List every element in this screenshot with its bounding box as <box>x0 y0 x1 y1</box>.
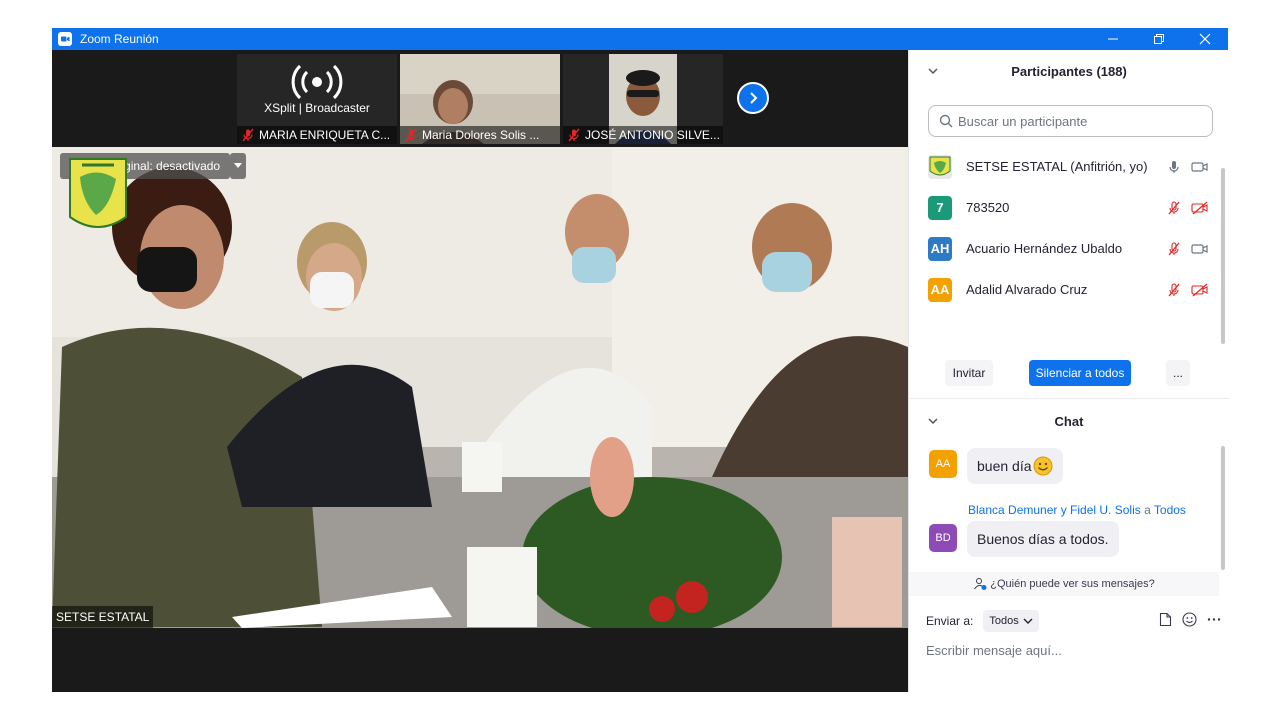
active-speaker-name: SETSE ESTATAL <box>52 606 154 628</box>
collapse-chevron-icon[interactable] <box>927 415 939 427</box>
who-can-see-label: ¿Quién puede ver sus mensajes? <box>990 578 1155 590</box>
next-page-button[interactable] <box>737 82 769 114</box>
chat-message: buen día <box>967 448 1063 484</box>
union-seal-logo <box>69 158 127 228</box>
mic-muted-icon[interactable] <box>1167 241 1181 256</box>
participant-actions: Invitar Silenciar a todos ... <box>909 360 1229 386</box>
title-bar: Zoom Reunión <box>52 28 1228 50</box>
close-button[interactable] <box>1182 28 1228 50</box>
video-off-icon[interactable] <box>1191 283 1209 297</box>
participant-search-input[interactable]: Buscar un participante <box>928 105 1213 137</box>
chevron-right-icon <box>750 92 758 104</box>
chat-message: Buenos días a todos. <box>967 521 1119 557</box>
search-placeholder: Buscar un participante <box>958 113 1088 129</box>
participant-name: SETSE ESTATAL (Anfitrión, yo) <box>966 159 1148 174</box>
recipient-name[interactable]: Todos <box>1154 503 1186 517</box>
chevron-down-icon <box>1023 618 1033 624</box>
more-options-button[interactable]: ... <box>1166 360 1190 386</box>
thumbnail-label: MARIA ENRIQUETA C... <box>237 126 397 144</box>
video-bottom-bar <box>52 628 908 692</box>
participant-name: Adalid Alvarado Cruz <box>966 282 1088 297</box>
participant-row[interactable]: SETSE ESTATAL (Anfitrión, yo) <box>909 146 1219 187</box>
recipient-dropdown[interactable]: Todos <box>983 610 1039 632</box>
chat-title: Chat <box>1054 413 1084 429</box>
mic-muted-icon <box>405 128 417 142</box>
sender-name[interactable]: Blanca Demuner y Fidel U. Solis <box>968 503 1141 517</box>
main-video[interactable]: Sonido original: desactivado SETSE ESTAT… <box>52 147 908 628</box>
mic-muted-icon <box>242 128 254 142</box>
video-thumbnail[interactable]: XSplit | Broadcaster MARIA ENRIQUETA C..… <box>237 54 397 144</box>
mic-muted-icon[interactable] <box>1167 200 1181 215</box>
section-divider <box>909 398 1229 399</box>
mute-all-button[interactable]: Silenciar a todos <box>1029 360 1131 386</box>
chat-sender: Blanca Demuner y Fidel U. Solis a Todos <box>968 503 1186 517</box>
participant-row[interactable]: AH Acuario Hernández Ubaldo <box>909 228 1219 269</box>
emoji-icon[interactable] <box>1182 612 1197 627</box>
mic-muted-icon <box>568 128 580 142</box>
chat-message-input[interactable]: Escribir mensaje aquí... <box>926 638 1216 662</box>
thumbnail-name: MARIA ENRIQUETA C... <box>259 128 391 142</box>
who-can-see-messages[interactable]: ¿Quién puede ver sus mensajes? <box>909 572 1219 596</box>
minimize-button[interactable] <box>1090 28 1136 50</box>
union-seal-logo <box>929 156 951 175</box>
chat-header: Chat <box>909 401 1229 441</box>
participant-list: SETSE ESTATAL (Anfitrión, yo) 7 783520 A… <box>909 146 1219 316</box>
send-to-label: Enviar a: <box>926 614 974 628</box>
thumbnail-name: Maria Dolores Solis ... <box>422 128 540 142</box>
avatar <box>928 154 952 179</box>
video-camera-icon[interactable] <box>1191 160 1209 174</box>
zoom-app-icon <box>58 32 72 46</box>
original-sound-dropdown[interactable] <box>230 153 246 179</box>
avatar: AA <box>929 450 957 478</box>
thumbnail-label: Maria Dolores Solis ... <box>400 126 560 144</box>
thumbnail-name: JOSÉ ANTONIO SILVE... <box>585 128 720 142</box>
avatar: 7 <box>928 195 952 220</box>
participant-row[interactable]: AA Adalid Alvarado Cruz <box>909 269 1219 310</box>
video-thumbnail[interactable]: Maria Dolores Solis ... <box>400 54 560 144</box>
participants-header: Participantes (188) <box>909 51 1229 91</box>
chevron-down-icon <box>234 163 242 168</box>
restore-button[interactable] <box>1136 28 1182 50</box>
chat-tools <box>1149 612 1221 627</box>
file-icon[interactable] <box>1159 612 1172 627</box>
chat-message-text: Buenos días a todos. <box>977 531 1109 547</box>
participant-row[interactable]: 7 783520 <box>909 187 1219 228</box>
participant-name: Acuario Hernández Ubaldo <box>966 241 1123 256</box>
video-thumbnail[interactable]: JOSÉ ANTONIO SILVE... <box>563 54 723 144</box>
invite-button[interactable]: Invitar <box>945 360 993 386</box>
mic-muted-icon[interactable] <box>1167 282 1181 297</box>
microphone-icon[interactable] <box>1167 160 1181 174</box>
avatar: AA <box>928 277 952 302</box>
video-off-icon[interactable] <box>1191 201 1209 215</box>
recipient-value: Todos <box>989 615 1019 627</box>
chat-message-text: buen día <box>977 458 1032 474</box>
window-title: Zoom Reunión <box>80 32 159 46</box>
smiley-emoji-icon <box>1033 456 1052 476</box>
video-camera-icon[interactable] <box>1191 242 1209 256</box>
search-icon <box>939 114 953 128</box>
participant-name: 783520 <box>966 200 1010 215</box>
to-word: a <box>1144 503 1151 517</box>
side-panel: Participantes (188) Buscar un participan… <box>908 50 1229 692</box>
video-area: XSplit | Broadcaster MARIA ENRIQUETA C..… <box>52 50 908 692</box>
collapse-chevron-icon[interactable] <box>927 65 939 77</box>
thumbnail-strip: XSplit | Broadcaster MARIA ENRIQUETA C..… <box>52 50 908 147</box>
avatar: AH <box>928 236 952 261</box>
person-visibility-icon <box>974 578 987 590</box>
thumbnail-label: JOSÉ ANTONIO SILVE... <box>563 126 723 144</box>
participants-title: Participantes (188) <box>1011 63 1127 79</box>
chat-input-placeholder: Escribir mensaje aquí... <box>926 642 1062 658</box>
thumbnail-logo-text: XSplit | Broadcaster <box>264 101 370 115</box>
meeting-room-video <box>52 147 908 628</box>
more-icon[interactable] <box>1207 612 1221 627</box>
chat-scrollbar[interactable] <box>1221 446 1225 570</box>
participant-row[interactable] <box>909 310 1219 316</box>
send-to-row: Enviar a: Todos <box>926 610 1039 632</box>
zoom-window: Zoom Reunión XSplit | Broadcaster MARIA … <box>52 28 1229 692</box>
participant-scrollbar[interactable] <box>1221 168 1225 344</box>
avatar: BD <box>929 524 957 552</box>
